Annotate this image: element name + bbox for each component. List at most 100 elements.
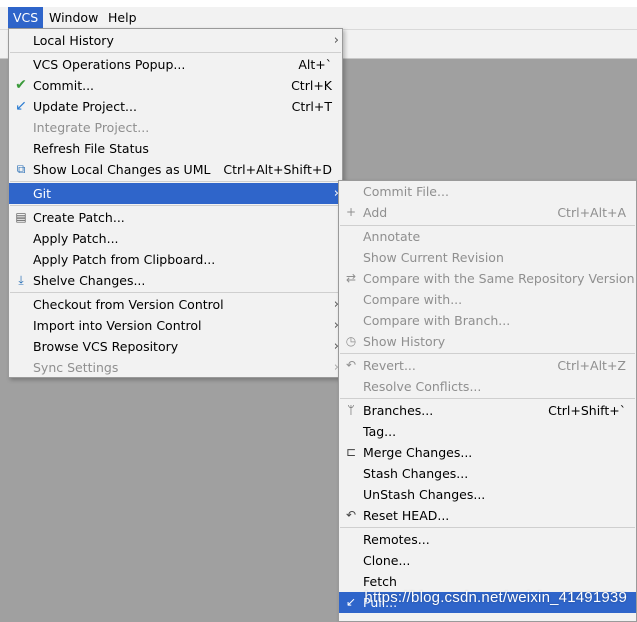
menu-item-label: Revert... <box>363 358 416 373</box>
menu-item-import-version-control[interactable]: Import into Version Control › <box>9 315 342 336</box>
menu-item-label: Stash Changes... <box>363 466 469 481</box>
menu-item-label: Git <box>33 186 52 201</box>
reset-icon: ↶ <box>345 508 357 522</box>
menu-item-label: Show Local Changes as UML <box>33 162 211 177</box>
menu-item-label: Local History <box>33 33 114 48</box>
update-arrow-icon: ↙ <box>15 98 27 114</box>
menu-item-tag[interactable]: Tag... <box>339 421 636 442</box>
menu-item-shortcut: Ctrl+Alt+Z <box>557 358 626 373</box>
menu-help[interactable]: Help <box>103 7 142 29</box>
menu-item-label: Show Current Revision <box>363 250 504 265</box>
menu-separator <box>10 181 341 182</box>
menu-item-label: Resolve Conflicts... <box>363 379 482 394</box>
menu-item-stash-changes[interactable]: Stash Changes... <box>339 463 636 484</box>
menu-item-reset-head[interactable]: ↶ Reset HEAD... <box>339 505 636 526</box>
git-submenu: Commit File... + Add Ctrl+Alt+A Annotate… <box>338 180 637 622</box>
checkmark-icon: ✔ <box>15 77 27 93</box>
menu-item-clone[interactable]: Clone... <box>339 550 636 571</box>
menu-item-integrate-project: Integrate Project... <box>9 117 342 138</box>
menu-item-label: Add <box>363 205 388 220</box>
menu-item-label: Apply Patch... <box>33 231 119 246</box>
menu-item-label: Refresh File Status <box>33 141 149 156</box>
menu-item-merge-changes[interactable]: ⊏ Merge Changes... <box>339 442 636 463</box>
pull-arrow-icon: ↙ <box>345 595 357 609</box>
menu-item-label: Annotate <box>363 229 421 244</box>
menu-item-compare-same-repository: ⇄ Compare with the Same Repository Versi… <box>339 268 636 289</box>
menu-item-label: Create Patch... <box>33 210 125 225</box>
menu-item-shortcut: Alt+` <box>298 57 332 72</box>
menu-item-label: Compare with the Same Repository Version <box>363 271 635 286</box>
shelve-icon: ⤓ <box>18 273 24 287</box>
menu-separator <box>10 205 341 206</box>
menu-item-label: Clone... <box>363 553 411 568</box>
menu-bar: VCS Window Help <box>0 7 637 30</box>
menu-item-label: Compare with... <box>363 292 463 307</box>
menu-vcs[interactable]: VCS <box>8 7 44 29</box>
menu-item-label: UnStash Changes... <box>363 487 486 502</box>
menu-item-resolve-conflicts: Resolve Conflicts... <box>339 376 636 397</box>
menu-item-unstash-changes[interactable]: UnStash Changes... <box>339 484 636 505</box>
revert-icon: ↶ <box>345 358 357 372</box>
menu-separator <box>10 52 341 53</box>
menu-item-label: Reset HEAD... <box>363 508 450 523</box>
menu-item-label: VCS Operations Popup... <box>33 57 186 72</box>
menu-item-label: Tag... <box>363 424 397 439</box>
menu-item-browse-vcs-repository[interactable]: Browse VCS Repository › <box>9 336 342 357</box>
menu-item-label: Commit... <box>33 78 95 93</box>
menu-item-label: Show History <box>363 334 446 349</box>
menu-item-annotate: Annotate <box>339 226 636 247</box>
menu-separator <box>340 353 635 354</box>
menu-item-branches[interactable]: ᛘ Branches... Ctrl+Shift+` <box>339 400 636 421</box>
menu-item-commit-file: Commit File... <box>339 181 636 202</box>
compare-arrows-icon: ⇄ <box>345 271 357 285</box>
menu-item-show-current-revision: Show Current Revision <box>339 247 636 268</box>
menu-item-label: Browse VCS Repository <box>33 339 179 354</box>
menu-item-show-history: ◷ Show History <box>339 331 636 352</box>
menu-item-apply-patch[interactable]: Apply Patch... <box>9 228 342 249</box>
menu-item-vcs-operations-popup[interactable]: VCS Operations Popup... Alt+` <box>9 54 342 75</box>
watermark-text: https://blog.csdn.net/weixin_41491939 <box>364 589 627 606</box>
menu-item-shortcut: Ctrl+T <box>291 99 332 114</box>
menu-item-label: Merge Changes... <box>363 445 473 460</box>
menu-item-shortcut: Ctrl+Alt+A <box>557 205 626 220</box>
uml-diagram-icon: ⧉ <box>16 162 26 176</box>
merge-icon: ⊏ <box>345 445 357 459</box>
menu-item-label: Commit File... <box>363 184 449 199</box>
menu-item-show-local-changes-uml[interactable]: ⧉ Show Local Changes as UML Ctrl+Alt+Shi… <box>9 159 342 180</box>
vcs-menu: Local History › VCS Operations Popup... … <box>8 28 343 378</box>
menu-separator <box>340 398 635 399</box>
menu-item-create-patch[interactable]: ▤ Create Patch... <box>9 207 342 228</box>
menu-item-label: Shelve Changes... <box>33 273 146 288</box>
branch-icon: ᛘ <box>347 403 355 417</box>
menu-item-label: Compare with Branch... <box>363 313 511 328</box>
menu-item-update-project[interactable]: ↙ Update Project... Ctrl+T <box>9 96 342 117</box>
menu-separator <box>340 527 635 528</box>
menu-item-local-history[interactable]: Local History › <box>9 30 342 51</box>
menu-item-shortcut: Ctrl+K <box>291 78 332 93</box>
plus-icon: + <box>345 205 357 219</box>
menu-item-commit[interactable]: ✔ Commit... Ctrl+K <box>9 75 342 96</box>
menu-item-refresh-file-status[interactable]: Refresh File Status <box>9 138 342 159</box>
menu-item-git[interactable]: Git › <box>9 183 342 204</box>
menu-item-label: Apply Patch from Clipboard... <box>33 252 216 267</box>
menu-item-shelve-changes[interactable]: ⤓ Shelve Changes... <box>9 270 342 291</box>
menu-item-label: Import into Version Control <box>33 318 202 333</box>
menu-item-label: Sync Settings <box>33 360 119 375</box>
menu-item-label: Remotes... <box>363 532 430 547</box>
menu-item-apply-patch-clipboard[interactable]: Apply Patch from Clipboard... <box>9 249 342 270</box>
menu-separator <box>10 292 341 293</box>
menu-item-sync-settings: Sync Settings › <box>9 357 342 378</box>
window-top-edge <box>0 0 637 7</box>
menu-item-add: + Add Ctrl+Alt+A <box>339 202 636 223</box>
menu-item-shortcut: Ctrl+Shift+` <box>548 403 626 418</box>
menu-window[interactable]: Window <box>44 7 103 29</box>
menu-item-remotes[interactable]: Remotes... <box>339 529 636 550</box>
patch-file-icon: ▤ <box>15 210 27 224</box>
menu-item-label: Update Project... <box>33 99 137 114</box>
menu-item-checkout-version-control[interactable]: Checkout from Version Control › <box>9 294 342 315</box>
submenu-arrow-icon: › <box>333 33 339 48</box>
menu-item-compare-with-branch: Compare with Branch... <box>339 310 636 331</box>
clock-icon: ◷ <box>345 334 357 348</box>
menu-item-label: Checkout from Version Control <box>33 297 224 312</box>
menu-item-label: Branches... <box>363 403 434 418</box>
